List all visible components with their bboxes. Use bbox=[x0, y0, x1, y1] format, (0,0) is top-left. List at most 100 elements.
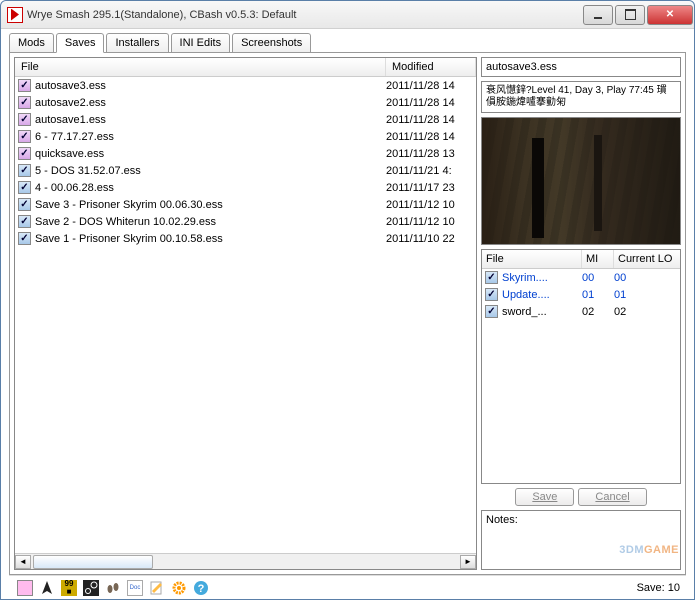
master-checkbox[interactable] bbox=[485, 288, 498, 301]
master-name: Update.... bbox=[502, 289, 582, 301]
horizontal-scrollbar[interactable]: ◄ ► bbox=[15, 553, 476, 569]
tab-mods[interactable]: Mods bbox=[9, 33, 54, 53]
col-file[interactable]: File bbox=[15, 58, 386, 76]
masters-col-lo[interactable]: Current LO bbox=[614, 250, 680, 268]
save-row[interactable]: Save 1 - Prisoner Skyrim 00.10.58.ess201… bbox=[15, 230, 476, 247]
save-row[interactable]: Save 2 - DOS Whiterun 10.02.29.ess2011/1… bbox=[15, 213, 476, 230]
save-checkbox[interactable] bbox=[18, 215, 31, 228]
save-modified: 2011/11/12 10 bbox=[386, 199, 476, 211]
save-checkbox[interactable] bbox=[18, 181, 31, 194]
save-name: 4 - 00.06.28.ess bbox=[35, 182, 386, 194]
detail-buttons: Save Cancel bbox=[481, 488, 681, 506]
master-mi: 01 bbox=[582, 289, 614, 301]
status-text: Save: 10 bbox=[637, 582, 680, 594]
app-window: Wrye Smash 295.1(Standalone), CBash v0.5… bbox=[0, 0, 695, 600]
boss-icon[interactable]: 99■ bbox=[59, 578, 79, 598]
save-name: 6 - 77.17.27.ess bbox=[35, 131, 386, 143]
masters-panel: File MI Current LO Skyrim....0000Update.… bbox=[481, 249, 681, 484]
save-name: autosave1.ess bbox=[35, 114, 386, 126]
save-checkbox[interactable] bbox=[18, 164, 31, 177]
save-name: autosave2.ess bbox=[35, 97, 386, 109]
scroll-right-button[interactable]: ► bbox=[460, 555, 476, 569]
save-modified: 2011/11/28 14 bbox=[386, 97, 476, 109]
steam-icon[interactable] bbox=[81, 578, 101, 598]
settings-icon[interactable] bbox=[169, 578, 189, 598]
master-checkbox[interactable] bbox=[485, 305, 498, 318]
master-row[interactable]: Skyrim....0000 bbox=[482, 269, 680, 286]
scroll-thumb[interactable] bbox=[33, 555, 153, 569]
window-title: Wrye Smash 295.1(Standalone), CBash v0.5… bbox=[27, 9, 582, 21]
save-row[interactable]: autosave2.ess2011/11/28 14 bbox=[15, 94, 476, 111]
save-checkbox[interactable] bbox=[18, 198, 31, 211]
help-icon[interactable]: ? bbox=[191, 578, 211, 598]
save-preview-image bbox=[481, 117, 681, 245]
save-file-list[interactable]: autosave3.ess2011/11/28 14autosave2.ess2… bbox=[15, 77, 476, 553]
save-checkbox[interactable] bbox=[18, 232, 31, 245]
save-checkbox[interactable] bbox=[18, 79, 31, 92]
save-name: Save 3 - Prisoner Skyrim 00.06.30.ess bbox=[35, 199, 386, 211]
save-modified: 2011/11/17 23 bbox=[386, 182, 476, 194]
save-name: autosave3.ess bbox=[35, 80, 386, 92]
save-modified: 2011/11/28 14 bbox=[386, 131, 476, 143]
save-row[interactable]: 5 - DOS 31.52.07.ess2011/11/21 4: bbox=[15, 162, 476, 179]
cancel-button[interactable]: Cancel bbox=[578, 488, 646, 506]
save-name: quicksave.ess bbox=[35, 148, 386, 160]
save-checkbox[interactable] bbox=[18, 113, 31, 126]
save-row[interactable]: quicksave.ess2011/11/28 13 bbox=[15, 145, 476, 162]
master-checkbox[interactable] bbox=[485, 271, 498, 284]
footprints-icon[interactable] bbox=[103, 578, 123, 598]
master-row[interactable]: sword_...0202 bbox=[482, 303, 680, 320]
save-row[interactable]: 4 - 00.06.28.ess2011/11/17 23 bbox=[15, 179, 476, 196]
master-row[interactable]: Update....0101 bbox=[482, 286, 680, 303]
docs-icon[interactable]: Doc bbox=[125, 578, 145, 598]
master-lo: 02 bbox=[614, 306, 680, 318]
master-name: sword_... bbox=[502, 306, 582, 318]
master-mi: 02 bbox=[582, 306, 614, 318]
col-modified[interactable]: Modified bbox=[386, 58, 476, 76]
masters-col-file[interactable]: File bbox=[482, 250, 582, 268]
save-row[interactable]: Save 3 - Prisoner Skyrim 00.06.30.ess201… bbox=[15, 196, 476, 213]
save-checkbox[interactable] bbox=[18, 147, 31, 160]
maximize-button[interactable] bbox=[615, 5, 645, 25]
tab-panel: File Modified autosave3.ess2011/11/28 14… bbox=[9, 52, 686, 575]
edit-icon[interactable] bbox=[147, 578, 167, 598]
content: ModsSavesInstallersINI EditsScreenshots … bbox=[1, 29, 694, 599]
master-mi: 00 bbox=[582, 272, 614, 284]
app-icon bbox=[7, 7, 23, 23]
scroll-left-button[interactable]: ◄ bbox=[15, 555, 31, 569]
save-button[interactable]: Save bbox=[515, 488, 574, 506]
save-modified: 2011/11/28 14 bbox=[386, 114, 476, 126]
save-row[interactable]: autosave3.ess2011/11/28 14 bbox=[15, 77, 476, 94]
masters-col-mi[interactable]: MI bbox=[582, 250, 614, 268]
tab-screenshots[interactable]: Screenshots bbox=[232, 33, 311, 53]
save-modified: 2011/11/21 4: bbox=[386, 165, 476, 177]
save-modified: 2011/11/12 10 bbox=[386, 216, 476, 228]
window-buttons bbox=[582, 5, 694, 25]
tab-saves[interactable]: Saves bbox=[56, 33, 105, 53]
tab-ini-edits[interactable]: INI Edits bbox=[171, 33, 231, 53]
toolbar: 99■ Doc ? Save: 10 bbox=[9, 575, 686, 599]
save-list-panel: File Modified autosave3.ess2011/11/28 14… bbox=[14, 57, 477, 570]
close-button[interactable] bbox=[647, 5, 693, 25]
checkbox-icon[interactable] bbox=[15, 578, 35, 598]
tab-bar: ModsSavesInstallersINI EditsScreenshots bbox=[9, 33, 686, 53]
skyrim-icon[interactable] bbox=[37, 578, 57, 598]
minimize-button[interactable] bbox=[583, 5, 613, 25]
detail-description: 衰风懳鋅?Level 41, Day 3, Play 77:45 瑻傊胺鍦煒嚧搴… bbox=[481, 81, 681, 113]
notes-field[interactable]: Notes: bbox=[481, 510, 681, 570]
save-name: Save 2 - DOS Whiterun 10.02.29.ess bbox=[35, 216, 386, 228]
masters-header: File MI Current LO bbox=[482, 250, 680, 269]
titlebar[interactable]: Wrye Smash 295.1(Standalone), CBash v0.5… bbox=[1, 1, 694, 29]
tab-installers[interactable]: Installers bbox=[106, 33, 168, 53]
save-checkbox[interactable] bbox=[18, 96, 31, 109]
save-row[interactable]: autosave1.ess2011/11/28 14 bbox=[15, 111, 476, 128]
column-header: File Modified bbox=[15, 58, 476, 77]
save-checkbox[interactable] bbox=[18, 130, 31, 143]
save-row[interactable]: 6 - 77.17.27.ess2011/11/28 14 bbox=[15, 128, 476, 145]
master-lo: 00 bbox=[614, 272, 680, 284]
save-modified: 2011/11/28 14 bbox=[386, 80, 476, 92]
svg-text:?: ? bbox=[198, 583, 205, 595]
save-name: 5 - DOS 31.52.07.ess bbox=[35, 165, 386, 177]
masters-list[interactable]: Skyrim....0000Update....0101sword_...020… bbox=[482, 269, 680, 320]
detail-title: autosave3.ess bbox=[481, 57, 681, 77]
